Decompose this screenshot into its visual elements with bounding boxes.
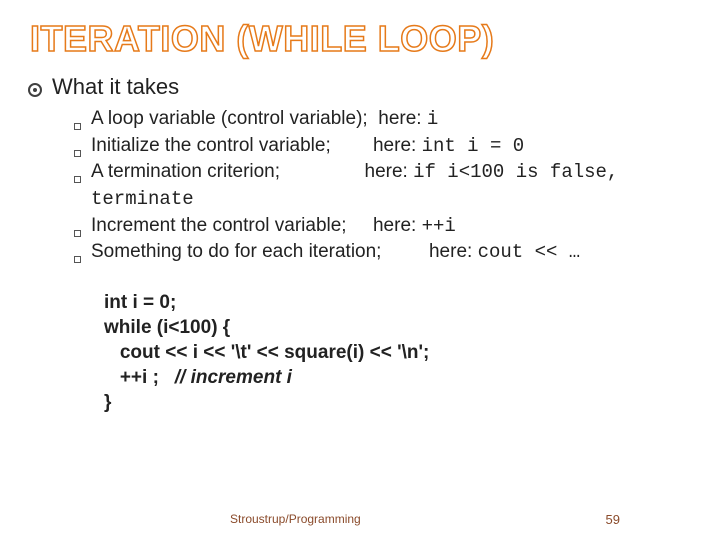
list-item: Something to do for each iteration; here…: [74, 239, 696, 266]
heading-text: What it takes: [52, 74, 179, 100]
square-icon: [74, 230, 81, 237]
square-icon: [74, 256, 81, 263]
item-line: Initialize the control variable; here: i…: [91, 133, 696, 160]
item-note: ++i: [422, 215, 456, 237]
item-line: A loop variable (control variable); here…: [91, 106, 696, 133]
item-text: Initialize the control variable;: [91, 135, 331, 156]
item-line: Increment the control variable; here: ++…: [91, 213, 696, 240]
item-note: i: [427, 108, 438, 130]
list-item: A termination criterion; here: if i<100 …: [74, 159, 696, 212]
list-item: A loop variable (control variable); here…: [74, 106, 696, 133]
here-label: here:: [378, 108, 427, 129]
item-note: cout << …: [478, 241, 581, 263]
item-line: Something to do for each iteration; here…: [91, 239, 696, 266]
square-icon: [74, 176, 81, 183]
item-text: Something to do for each iteration;: [91, 241, 381, 262]
item-note: int i = 0: [422, 135, 525, 157]
item-line: A termination criterion; here: if i<100 …: [91, 159, 696, 212]
heading-row: What it takes: [28, 74, 696, 100]
circle-dot-icon: [28, 83, 42, 97]
square-icon: [74, 150, 81, 157]
bullet-list: A loop variable (control variable); here…: [74, 106, 696, 266]
footer-attribution: Stroustrup/Programming: [230, 512, 361, 526]
code-line: }: [104, 392, 111, 413]
code-line: ++i ;: [104, 367, 175, 388]
item-text: A loop variable (control variable);: [91, 108, 368, 129]
slide-title: ITERATION (WHILE LOOP): [30, 18, 696, 60]
here-label: here:: [373, 215, 422, 236]
item-text: A termination criterion;: [91, 161, 280, 182]
code-line: cout << i << '\t' << square(i) << '\n';: [104, 342, 429, 363]
code-line: while (i<100) {: [104, 317, 230, 338]
code-block: int i = 0; while (i<100) { cout << i << …: [104, 290, 696, 415]
here-label: here:: [429, 241, 478, 262]
code-line: int i = 0;: [104, 292, 176, 313]
item-text: Increment the control variable;: [91, 215, 347, 236]
list-item: Initialize the control variable; here: i…: [74, 133, 696, 160]
slide: ITERATION (WHILE LOOP) What it takes A l…: [0, 0, 720, 540]
here-label: here:: [373, 135, 422, 156]
square-icon: [74, 123, 81, 130]
list-item: Increment the control variable; here: ++…: [74, 213, 696, 240]
page-number: 59: [606, 512, 620, 527]
here-label: here:: [365, 161, 414, 182]
code-comment: // increment i: [175, 367, 292, 388]
